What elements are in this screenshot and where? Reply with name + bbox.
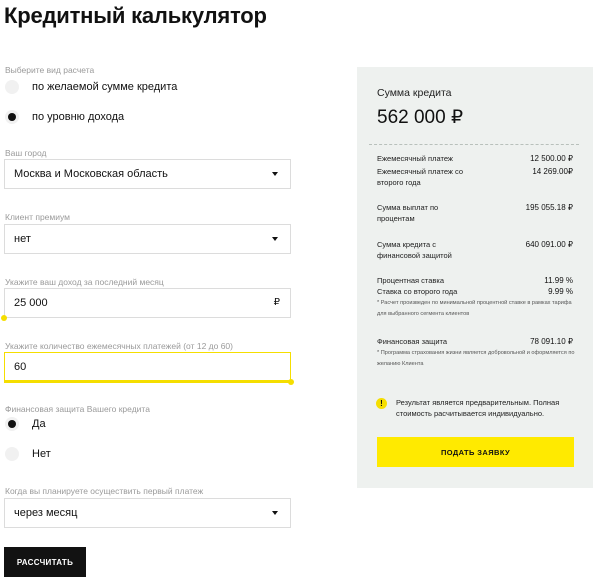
divider — [369, 144, 579, 145]
monthly-payment-value: 12 500.00 ₽ — [530, 154, 573, 163]
income-slider-handle[interactable] — [1, 315, 7, 321]
payments-input[interactable]: 60 — [4, 352, 291, 382]
payments-slider-track[interactable] — [4, 380, 291, 383]
page-title: Кредитный калькулятор — [4, 3, 267, 28]
rate-2-label: Ставка со второго года — [377, 287, 458, 296]
first-payment-label: Когда вы планируете осуществить первый п… — [5, 486, 204, 496]
radio-by-income-label: по уровню дохода — [32, 111, 125, 123]
warning-icon: ! — [376, 398, 387, 409]
payments-label: Укажите количество ежемесячных платежей … — [5, 341, 233, 351]
monthly-payment-2-value: 14 269.00₽ — [532, 167, 573, 176]
city-value: Москва и Московская область — [14, 168, 168, 180]
radio-by-amount[interactable]: по желаемой сумме кредита — [5, 80, 177, 94]
chevron-down-icon — [272, 172, 278, 176]
calc-type-label: Выберите вид расчета — [5, 65, 95, 75]
payments-value: 60 — [14, 361, 27, 373]
rate-label: Процентная ставка — [377, 276, 445, 285]
city-select[interactable]: Москва и Московская область — [4, 159, 291, 189]
city-label: Ваш город — [5, 148, 47, 158]
warning-text: Результат является предварительным. Полн… — [396, 398, 560, 418]
summary-panel: Сумма кредита 562 000 ₽ Ежемесячный плат… — [357, 67, 593, 488]
radio-protection-no-label: Нет — [32, 448, 51, 460]
radio-by-income[interactable]: по уровню дохода — [5, 110, 124, 124]
interest-sum-value: 195 055.18 ₽ — [525, 203, 573, 212]
fin-protection-note: * Программа страхования жизни является д… — [377, 350, 575, 367]
chevron-down-icon — [272, 237, 278, 241]
monthly-payment-2-label: Ежемесячный платеж со второго года — [377, 167, 464, 187]
radio-protection-no[interactable]: Нет — [5, 447, 51, 461]
premium-select[interactable]: нет — [4, 224, 291, 254]
radio-circle-checked[interactable] — [5, 417, 19, 431]
credit-sum-value: 562 000 ₽ — [377, 107, 464, 128]
interest-sum-label: Сумма выплат по процентам — [377, 203, 439, 223]
calculate-button[interactable]: РАССЧИТАТЬ — [4, 547, 86, 577]
apply-button[interactable]: ПОДАТЬ ЗАЯВКУ — [377, 437, 574, 467]
radio-circle[interactable] — [5, 80, 19, 94]
radio-protection-yes-label: Да — [32, 418, 46, 430]
radio-circle[interactable] — [5, 447, 19, 461]
radio-protection-yes[interactable]: Да — [5, 417, 46, 431]
fin-protection-value: 78 091.10 ₽ — [530, 337, 573, 346]
radio-circle-checked[interactable] — [5, 110, 19, 124]
fin-protection-label: Финансовая защита — [377, 337, 448, 346]
rate-value: 11.99 % — [544, 276, 573, 285]
payments-slider-handle[interactable] — [288, 378, 294, 385]
protection-label: Финансовая защита Вашего кредита — [5, 404, 150, 414]
protected-sum-value: 640 091.00 ₽ — [525, 240, 573, 249]
income-label: Укажите ваш доход за последний месяц — [5, 277, 164, 287]
monthly-payment-label: Ежемесячный платеж — [377, 154, 453, 163]
income-value: 25 000 — [14, 297, 48, 309]
first-payment-select[interactable]: через месяц — [4, 498, 291, 528]
income-input[interactable]: 25 000 ₽ — [4, 288, 291, 318]
credit-sum-label: Сумма кредита — [377, 87, 452, 99]
premium-label: Клиент премиум — [5, 212, 70, 222]
radio-by-amount-label: по желаемой сумме кредита — [32, 81, 178, 93]
first-payment-value: через месяц — [14, 507, 78, 519]
rate-2-value: 9.99 % — [548, 287, 573, 296]
rate-note: * Расчет произведен по минимальной проце… — [377, 300, 572, 317]
chevron-down-icon — [272, 511, 278, 515]
premium-value: нет — [14, 233, 31, 245]
protected-sum-label: Сумма кредита с финансовой защитой — [377, 240, 452, 260]
currency-suffix: ₽ — [273, 297, 280, 308]
